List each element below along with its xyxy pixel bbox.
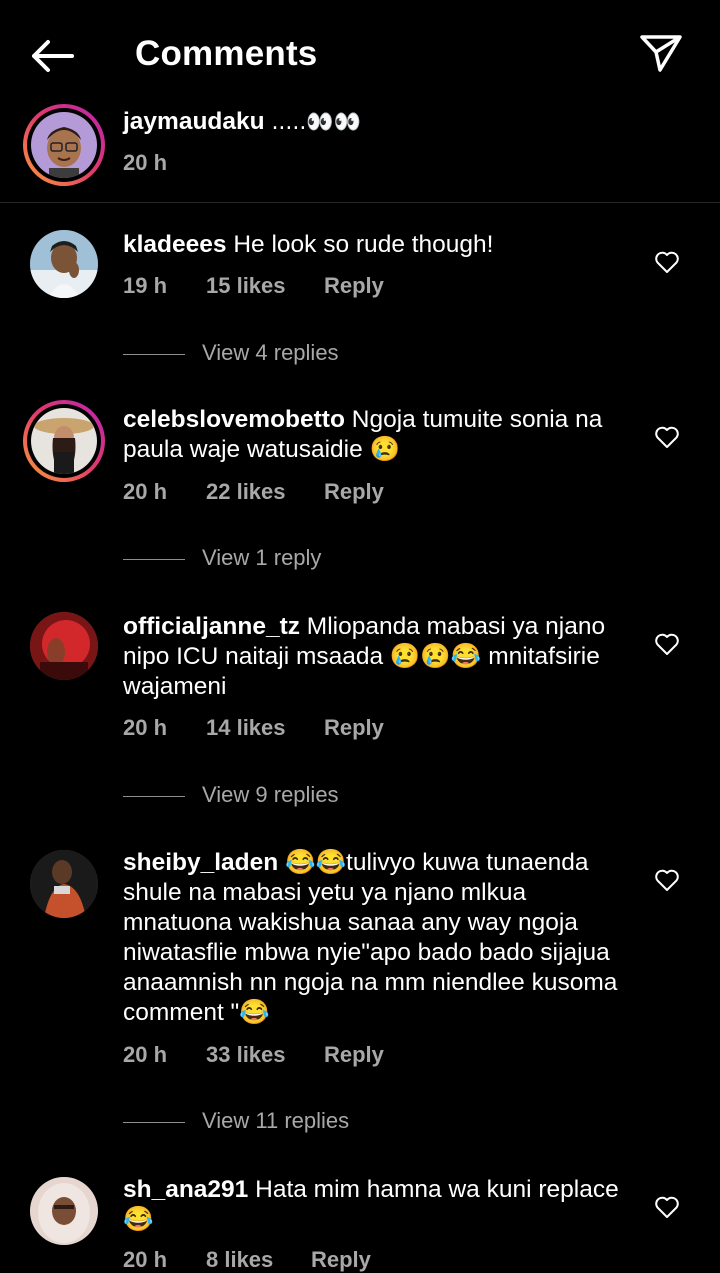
comment-text: kladeees He look so rude though! — [123, 230, 633, 260]
caption-body: .....👀👀 — [271, 110, 362, 135]
comment-text: officialjanne_tz Mliopanda mabasi ya nja… — [123, 612, 633, 702]
comment-time: 19 h — [123, 273, 168, 298]
reply-button[interactable]: Reply — [324, 1042, 384, 1068]
view-replies-label[interactable]: View 1 reply — [202, 545, 321, 570]
likes-count[interactable]: 22 likes — [206, 479, 324, 505]
profile-photo — [30, 230, 98, 298]
replies-divider — [123, 1121, 185, 1123]
view-replies-link[interactable]: View 4 replies — [123, 340, 339, 366]
comment-time: 20 h — [123, 715, 168, 740]
view-replies-link[interactable]: View 1 reply — [123, 545, 321, 571]
replies-divider — [123, 558, 185, 560]
paper-plane-icon[interactable] — [638, 32, 684, 74]
avatar[interactable] — [23, 400, 105, 482]
page-title: Comments — [135, 34, 318, 73]
caption-text: jaymaudaku .....👀👀 — [123, 107, 633, 138]
view-replies-link[interactable]: View 9 replies — [123, 782, 339, 808]
comment-time: 20 h — [123, 479, 168, 504]
caption-time: 20 h — [123, 150, 168, 175]
profile-photo — [30, 1177, 98, 1245]
replies-divider — [123, 353, 185, 355]
caption-divider — [0, 202, 720, 203]
comment-meta: 20 h 22 likes Reply — [123, 479, 384, 505]
caption-username[interactable]: jaymaudaku — [123, 108, 265, 135]
heart-icon[interactable] — [654, 250, 680, 274]
comment-text: celebslovemobetto Ngoja tumuite sonia na… — [123, 405, 633, 465]
heart-icon[interactable] — [654, 1195, 680, 1219]
heart-icon[interactable] — [654, 868, 680, 892]
avatar[interactable] — [30, 850, 98, 918]
post-caption: jaymaudaku .....👀👀 20 h — [0, 104, 720, 202]
header-bar: Comments — [0, 0, 720, 104]
view-replies-label[interactable]: View 4 replies — [202, 340, 339, 365]
profile-photo — [30, 612, 98, 680]
profile-photo — [30, 850, 98, 918]
comment-meta: 20 h 33 likes Reply — [123, 1042, 384, 1068]
replies-divider — [123, 795, 185, 797]
likes-count[interactable]: 15 likes — [206, 273, 324, 299]
comment-username[interactable]: sheiby_laden — [123, 849, 278, 876]
view-replies-label[interactable]: View 11 replies — [202, 1108, 349, 1133]
comment-body: He look so rude though! — [233, 231, 494, 258]
caption-meta: 20 h — [123, 150, 167, 176]
comment-text: sh_ana291 Hata mim hamna wa kuni replace… — [123, 1175, 633, 1235]
comment-username[interactable]: officialjanne_tz — [123, 613, 300, 640]
comment-meta: 20 h 8 likes Reply — [123, 1247, 371, 1273]
likes-count[interactable]: 33 likes — [206, 1042, 324, 1068]
memoji-avatar-image — [31, 112, 97, 178]
comment-time: 20 h — [123, 1042, 168, 1067]
profile-photo — [31, 408, 97, 474]
comment-username[interactable]: celebslovemobetto — [123, 406, 345, 433]
avatar[interactable] — [30, 612, 98, 680]
back-arrow-icon[interactable] — [28, 36, 76, 76]
reply-button[interactable]: Reply — [324, 715, 384, 741]
avatar[interactable] — [30, 1177, 98, 1245]
reply-button[interactable]: Reply — [324, 479, 384, 505]
comment-meta: 20 h 14 likes Reply — [123, 715, 384, 741]
comment-username[interactable]: kladeees — [123, 231, 227, 258]
view-replies-label[interactable]: View 9 replies — [202, 782, 339, 807]
comment-text: sheiby_laden 😂😂tulivyo kuwa tunaenda shu… — [123, 848, 633, 1028]
comment-time: 20 h — [123, 1247, 168, 1272]
likes-count[interactable]: 14 likes — [206, 715, 324, 741]
avatar[interactable] — [23, 104, 105, 186]
likes-count[interactable]: 8 likes — [206, 1247, 311, 1273]
heart-icon[interactable] — [654, 632, 680, 656]
comment-username[interactable]: sh_ana291 — [123, 1176, 248, 1203]
reply-button[interactable]: Reply — [311, 1247, 371, 1273]
reply-button[interactable]: Reply — [324, 273, 384, 299]
view-replies-link[interactable]: View 11 replies — [123, 1108, 349, 1134]
avatar[interactable] — [30, 230, 98, 298]
heart-icon[interactable] — [654, 425, 680, 449]
comment-meta: 19 h 15 likes Reply — [123, 273, 384, 299]
